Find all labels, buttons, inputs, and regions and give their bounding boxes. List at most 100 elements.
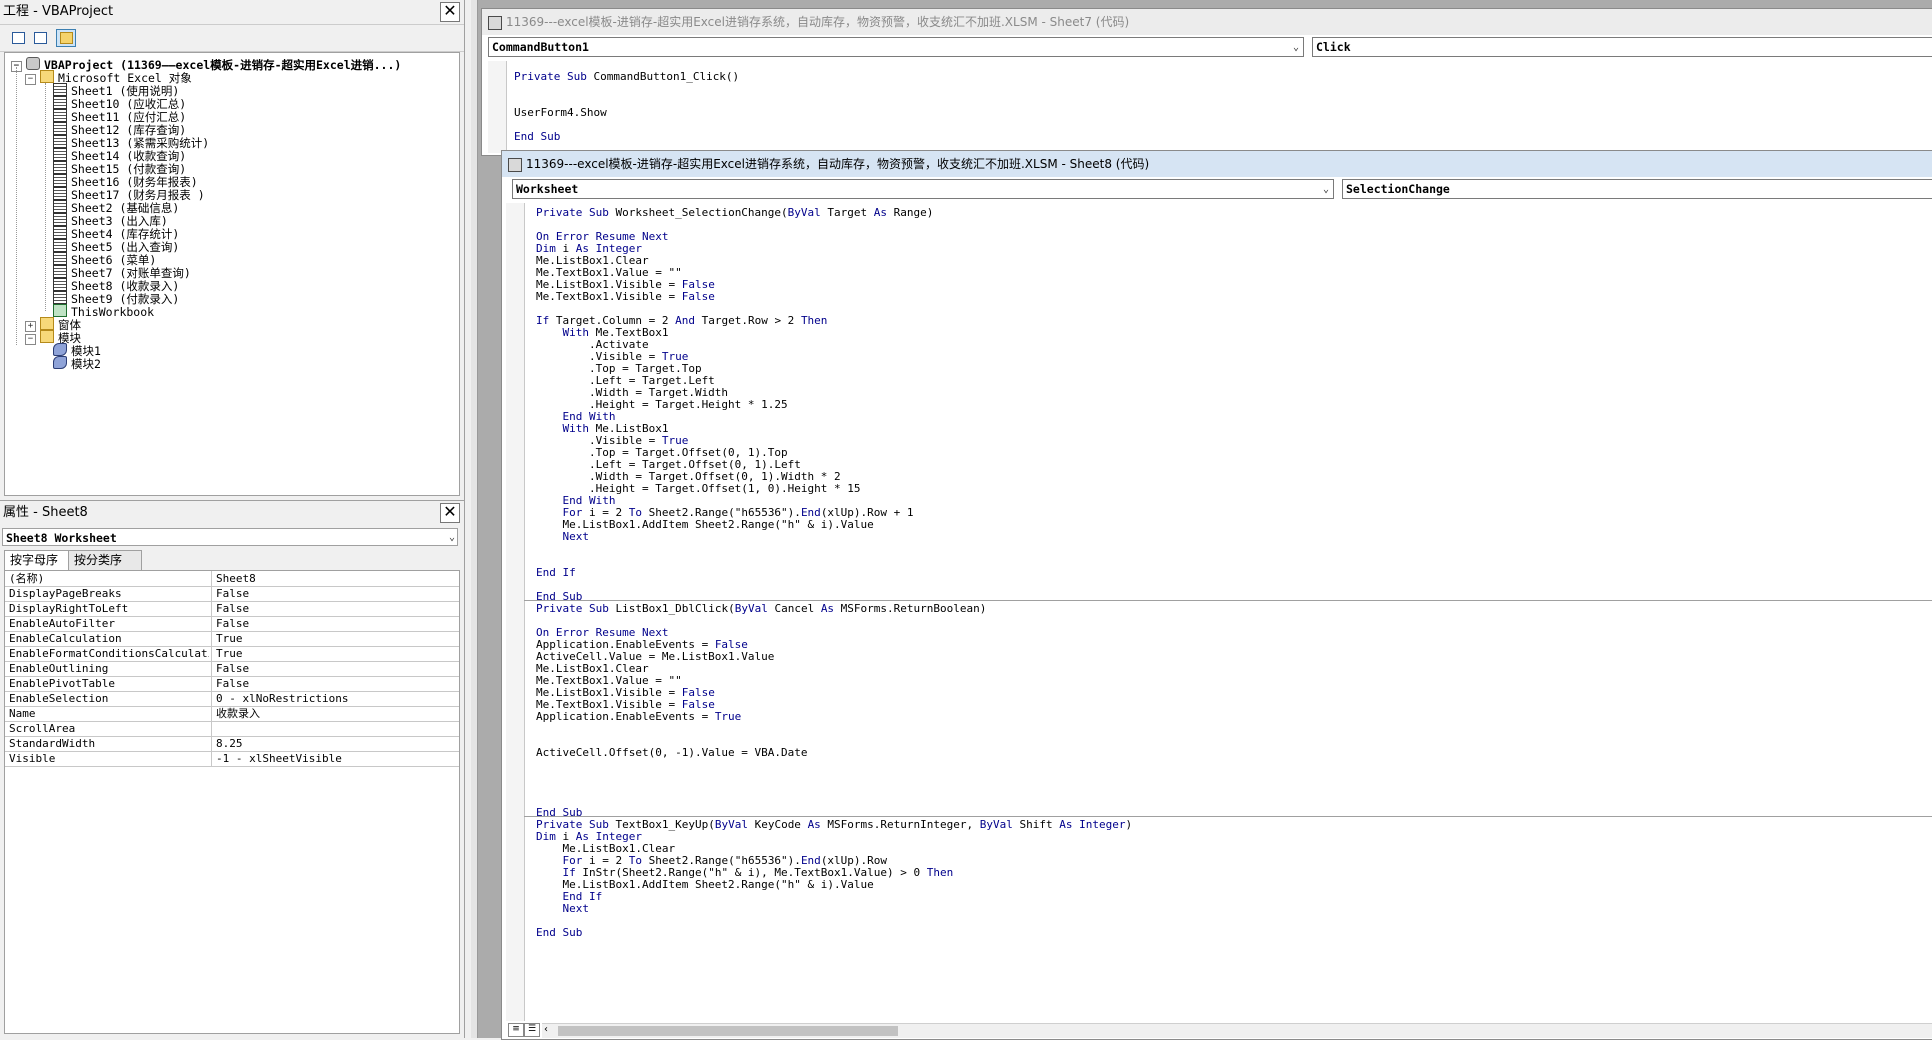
worksheet-icon — [53, 213, 67, 226]
tree-connector — [45, 83, 46, 311]
procedure-view-button[interactable]: ≡ — [508, 1023, 524, 1037]
code-line[interactable]: UserForm4.Show — [514, 107, 607, 119]
code-line[interactable]: End If — [536, 567, 576, 579]
property-value[interactable]: 8.25 — [211, 736, 455, 751]
property-name: Name — [9, 707, 36, 720]
toggle-folders-button[interactable] — [56, 29, 76, 47]
worksheet-icon — [53, 96, 67, 109]
property-row[interactable]: DisplayPageBreaks False — [5, 586, 459, 602]
procedure-dropdown[interactable]: SelectionChange — [1342, 179, 1932, 199]
property-row[interactable]: EnablePivotTable False — [5, 676, 459, 692]
tree-connector — [16, 67, 17, 345]
splitter[interactable] — [471, 0, 478, 1038]
worksheet-icon — [53, 122, 67, 135]
horizontal-scrollbar[interactable]: ‹ — [542, 1023, 1932, 1038]
property-row[interactable]: EnableAutoFilter False — [5, 616, 459, 632]
collapse-icon[interactable]: − — [25, 334, 36, 345]
scrollbar-thumb[interactable] — [558, 1026, 898, 1036]
property-row[interactable]: Name 收款录入 — [5, 706, 459, 722]
chevron-down-icon: ⌄ — [1292, 42, 1299, 53]
collapse-icon[interactable]: − — [25, 74, 36, 85]
code-gutter — [488, 61, 507, 153]
code-window-title: 11369---excel模板-进销存-超实用Excel进销存系统，自动库存，物… — [502, 151, 1932, 177]
property-row[interactable]: EnableSelection 0 - xlNoRestrictions — [5, 691, 459, 707]
property-value[interactable]: False — [211, 661, 455, 676]
property-row[interactable]: EnableOutlining False — [5, 661, 459, 677]
code-line[interactable]: End Sub — [536, 927, 582, 939]
code-line[interactable]: End Sub — [514, 131, 560, 143]
project-tree: − VBAProject (11369——excel模板-进销存-超实用Excel… — [4, 52, 460, 496]
code-line[interactable]: Me.TextBox1.Visible = False — [536, 291, 715, 303]
property-row[interactable]: Visible -1 - xlSheetVisible — [5, 751, 459, 767]
code-editor[interactable]: Private Sub CommandButton1_Click() UserFo… — [488, 61, 1932, 153]
tree-item-module[interactable]: 模块2 — [53, 356, 101, 372]
property-value[interactable]: False — [211, 616, 455, 631]
tab-categorized[interactable]: 按分类序 — [68, 550, 142, 571]
full-module-view-button[interactable]: ☰ — [524, 1023, 540, 1037]
procedure-dropdown[interactable]: Click — [1312, 37, 1932, 57]
module-icon — [53, 356, 67, 369]
code-line[interactable]: Private Sub ListBox1_DblClick(ByVal Canc… — [536, 603, 986, 615]
code-window-sheet7: 11369---excel模板-进销存-超实用Excel进销存系统，自动库存，物… — [481, 8, 1932, 156]
folder-icon — [40, 317, 54, 330]
worksheet-icon — [53, 239, 67, 252]
code-editor[interactable]: Private Sub Worksheet_SelectionChange(By… — [506, 203, 1932, 1021]
tab-alphabetic[interactable]: 按字母序 — [4, 550, 78, 572]
workbook-icon — [53, 304, 67, 317]
property-row[interactable]: DisplayRightToLeft False — [5, 601, 459, 617]
property-name: DisplayRightToLeft — [9, 602, 129, 615]
property-row[interactable]: (名称) Sheet8 — [5, 571, 459, 587]
property-value[interactable]: True — [211, 646, 455, 661]
properties-panel: 属性 - Sheet8 ✕ Sheet8 Worksheet ⌄ 按字母序 按分… — [0, 500, 465, 1038]
procedure-separator — [524, 816, 1932, 817]
property-row[interactable]: EnableFormatConditionsCalculation True — [5, 646, 459, 662]
object-dropdown[interactable]: CommandButton1 ⌄ — [488, 37, 1304, 57]
project-explorer-title: 工程 - VBAProject ✕ — [0, 0, 464, 24]
code-line[interactable]: ActiveCell.Offset(0, -1).Value = VBA.Dat… — [536, 747, 808, 759]
worksheet-icon — [53, 252, 67, 265]
properties-grid: (名称) Sheet8 DisplayPageBreaks False DisplayR… — [4, 570, 460, 1034]
worksheet-icon — [53, 109, 67, 122]
worksheet-icon — [53, 278, 67, 291]
project-toolbar — [0, 24, 464, 52]
view-code-button[interactable] — [8, 29, 28, 47]
code-line[interactable]: Private Sub Worksheet_SelectionChange(By… — [536, 207, 933, 219]
property-name: EnableOutlining — [9, 662, 109, 675]
property-value[interactable]: False — [211, 586, 455, 601]
object-dropdown[interactable]: Worksheet ⌄ — [512, 179, 1334, 199]
code-line[interactable]: Next — [536, 903, 590, 915]
worksheet-icon — [53, 174, 67, 187]
tree-item-label: 模块2 — [71, 357, 101, 371]
code-mdi-area: 11369---excel模板-进销存-超实用Excel进销存系统，自动库存，物… — [471, 0, 1932, 1040]
code-line[interactable]: Next — [536, 531, 590, 543]
worksheet-icon — [53, 226, 67, 239]
code-line[interactable]: Private Sub CommandButton1_Click() — [514, 71, 739, 83]
worksheet-icon — [53, 83, 67, 96]
code-line[interactable]: Application.EnableEvents = True — [536, 711, 741, 723]
close-icon[interactable]: ✕ — [440, 503, 460, 523]
chevron-left-icon[interactable]: ‹ — [544, 1024, 548, 1035]
property-value[interactable]: False — [211, 676, 455, 691]
code-window-sheet8: 11369---excel模板-进销存-超实用Excel进销存系统，自动库存，物… — [501, 150, 1932, 1040]
close-icon[interactable]: ✕ — [440, 2, 460, 22]
property-value[interactable] — [211, 721, 455, 736]
property-row[interactable]: EnableCalculation True — [5, 631, 459, 647]
property-row[interactable]: ScrollArea — [5, 721, 459, 737]
property-row[interactable]: StandardWidth 8.25 — [5, 736, 459, 752]
folder-icon — [40, 330, 54, 343]
property-value[interactable]: False — [211, 601, 455, 616]
property-value[interactable]: 收款录入 — [211, 706, 455, 721]
property-value[interactable]: -1 - xlSheetVisible — [211, 751, 455, 766]
project-explorer-panel: 工程 - VBAProject ✕ − VBAProject (11369——ex… — [0, 0, 465, 500]
property-value[interactable]: Sheet8 — [211, 571, 455, 586]
property-name: EnableFormatConditionsCalculation — [9, 647, 209, 660]
tree-item-label: ThisWorkbook — [71, 305, 155, 319]
object-selector[interactable]: Sheet8 Worksheet ⌄ — [2, 528, 458, 546]
code-window-icon — [508, 158, 522, 172]
worksheet-icon — [53, 135, 67, 148]
property-value[interactable]: 0 - xlNoRestrictions — [211, 691, 455, 706]
property-value[interactable]: True — [211, 631, 455, 646]
folder-icon — [60, 32, 73, 44]
view-object-button[interactable] — [30, 29, 50, 47]
chevron-down-icon: ⌄ — [448, 532, 455, 543]
